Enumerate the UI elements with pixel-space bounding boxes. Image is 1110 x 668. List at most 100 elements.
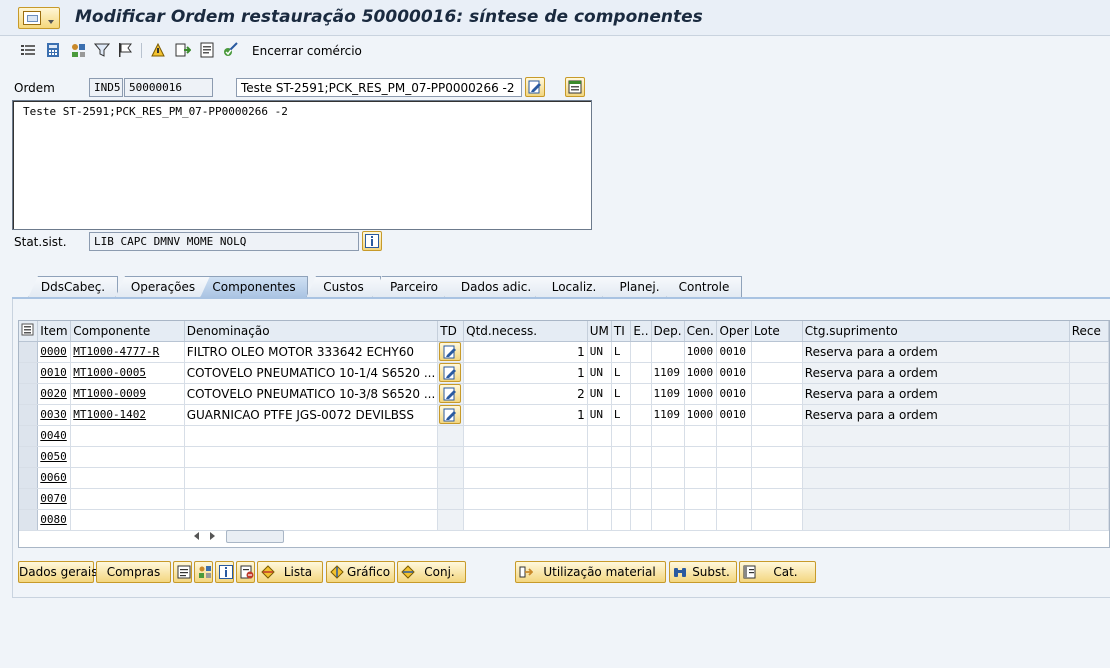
cell-lote[interactable]: [751, 488, 803, 510]
column-header-storage[interactable]: Dep.: [651, 321, 685, 342]
edit-text-button[interactable]: [439, 384, 462, 403]
cell-ti[interactable]: L: [611, 341, 632, 363]
scroll-left-icon[interactable]: [194, 532, 199, 540]
cell-component[interactable]: MT1000-4777-R: [70, 341, 185, 363]
cell-oper[interactable]: [716, 509, 752, 531]
cell-rece[interactable]: [1069, 383, 1109, 405]
cell-oper[interactable]: [716, 488, 752, 510]
column-header-unit[interactable]: UM: [587, 321, 612, 342]
cell-item[interactable]: 0010: [37, 362, 72, 384]
cell-e[interactable]: [630, 446, 652, 468]
cell-item[interactable]: 0070: [37, 488, 72, 510]
table-row[interactable]: 0030 MT1000-1402 GUARNICAO PTFE JGS-0072 D…: [19, 404, 1109, 426]
cell-dep[interactable]: [651, 446, 685, 468]
cell-oper[interactable]: 0010: [716, 383, 752, 405]
scroll-right-icon[interactable]: [210, 532, 215, 540]
table-row[interactable]: 0040: [19, 425, 1109, 447]
cell-um[interactable]: [587, 446, 612, 468]
edit-text-cell[interactable]: [437, 488, 465, 510]
cell-qty[interactable]: [463, 467, 588, 489]
cell-lote[interactable]: [751, 467, 803, 489]
cell-supply[interactable]: [802, 446, 1070, 468]
cell-rece[interactable]: [1069, 362, 1109, 384]
edit-text-cell[interactable]: [437, 467, 465, 489]
cell-item[interactable]: 0080: [37, 509, 72, 531]
cell-lote[interactable]: [751, 404, 803, 426]
table-row[interactable]: 0000 MT1000-4777-R FILTRO OLEO MOTOR 33364…: [19, 341, 1109, 363]
set-button[interactable]: Conj.: [397, 561, 466, 583]
general-data-button[interactable]: Dados gerais: [18, 561, 98, 583]
material-icon[interactable]: [70, 42, 86, 58]
cell-component[interactable]: [70, 425, 185, 447]
tab-control[interactable]: Controle: [666, 276, 742, 298]
cell-dep[interactable]: [651, 509, 685, 531]
cell-description[interactable]: GUARNICAO PTFE JGS-0072 DEVILBSS: [184, 404, 439, 426]
text-button[interactable]: [173, 561, 192, 583]
cell-e[interactable]: [630, 383, 652, 405]
cell-ti[interactable]: [611, 488, 632, 510]
cell-e[interactable]: [630, 488, 652, 510]
row-selector[interactable]: [19, 341, 39, 363]
classification-button[interactable]: [194, 561, 213, 583]
table-row[interactable]: 0050: [19, 446, 1109, 468]
material-usage-button[interactable]: Utilização material: [515, 561, 666, 583]
table-row[interactable]: 0080: [19, 509, 1109, 531]
cell-item[interactable]: 0030: [37, 404, 72, 426]
cell-dep[interactable]: [651, 467, 685, 489]
list-button[interactable]: Lista: [257, 561, 323, 583]
flag-icon[interactable]: [117, 42, 133, 58]
cell-rece[interactable]: [1069, 509, 1109, 531]
cell-dep[interactable]: [651, 425, 685, 447]
cell-um[interactable]: UN: [587, 341, 612, 363]
cell-cen[interactable]: [684, 446, 718, 468]
cell-oper[interactable]: 0010: [716, 362, 752, 384]
table-row[interactable]: 0070: [19, 488, 1109, 510]
cell-component[interactable]: MT1000-0005: [70, 362, 185, 384]
settle-icon[interactable]: [150, 42, 166, 58]
column-header-receiver[interactable]: Rece: [1069, 321, 1109, 342]
tab-partner[interactable]: Parceiro: [372, 276, 456, 298]
cell-oper[interactable]: 0010: [716, 341, 752, 363]
substitute-button[interactable]: Subst.: [669, 561, 737, 583]
status-info-button[interactable]: [362, 231, 382, 251]
cell-lote[interactable]: [751, 509, 803, 531]
scroll-thumb[interactable]: [226, 530, 284, 543]
edit-text-cell[interactable]: [437, 404, 465, 426]
cell-dep[interactable]: [651, 341, 685, 363]
cell-cen[interactable]: 1000: [684, 341, 718, 363]
technical-complete-icon[interactable]: [222, 42, 238, 58]
edit-text-cell[interactable]: [437, 425, 465, 447]
row-selector[interactable]: [19, 509, 39, 531]
tab-additional-data[interactable]: Dados adic.: [444, 276, 548, 298]
column-header-component[interactable]: Componente: [70, 321, 185, 342]
cell-e[interactable]: [630, 404, 652, 426]
edit-text-cell[interactable]: [437, 509, 465, 531]
header-icon[interactable]: [20, 42, 36, 58]
cell-e[interactable]: [630, 425, 652, 447]
cell-um[interactable]: [587, 509, 612, 531]
cell-qty[interactable]: 2: [463, 383, 588, 405]
column-header-batch[interactable]: Lote: [751, 321, 803, 342]
cell-description[interactable]: COTOVELO PNEUMATICO 10-1/4 S6520 ...: [184, 362, 439, 384]
cell-supply[interactable]: Reserva para a ordem: [802, 362, 1070, 384]
cell-um[interactable]: [587, 488, 612, 510]
column-header-item[interactable]: Item: [37, 321, 72, 342]
cell-supply[interactable]: [802, 488, 1070, 510]
cell-ti[interactable]: [611, 446, 632, 468]
cell-description[interactable]: [184, 467, 439, 489]
cell-e[interactable]: [630, 509, 652, 531]
cell-qty[interactable]: [463, 488, 588, 510]
cell-qty[interactable]: 1: [463, 341, 588, 363]
cell-um[interactable]: UN: [587, 404, 612, 426]
cell-ti[interactable]: [611, 509, 632, 531]
row-selector[interactable]: [19, 488, 39, 510]
cell-rece[interactable]: [1069, 404, 1109, 426]
cell-cen[interactable]: [684, 509, 718, 531]
object-list-button[interactable]: [565, 77, 585, 97]
cell-description[interactable]: COTOVELO PNEUMATICO 10-3/8 S6520 ...: [184, 383, 439, 405]
cell-description[interactable]: [184, 509, 439, 531]
cell-cen[interactable]: 1000: [684, 362, 718, 384]
cell-rece[interactable]: [1069, 467, 1109, 489]
tab-operations[interactable]: Operações: [115, 276, 211, 298]
cell-item[interactable]: 0020: [37, 383, 72, 405]
